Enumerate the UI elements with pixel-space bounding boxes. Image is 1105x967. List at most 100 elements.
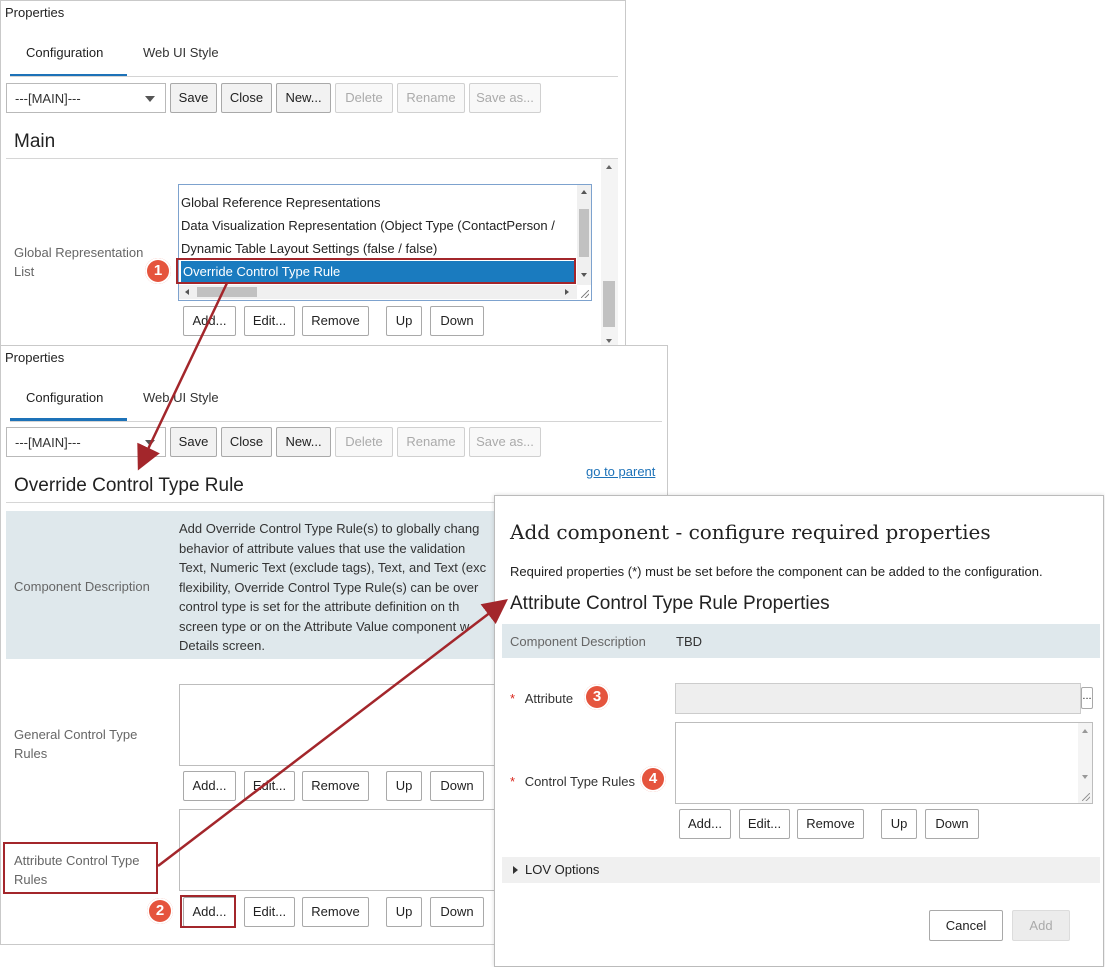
remove-button[interactable]: Remove <box>797 809 864 839</box>
panel-scrollbar[interactable] <box>601 159 618 349</box>
required-marker: * <box>510 774 516 789</box>
add-button[interactable]: Add... <box>183 771 236 801</box>
select-value: ---[MAIN]--- <box>15 91 81 106</box>
caret-right-icon <box>513 866 518 874</box>
heading-divider <box>6 158 618 159</box>
component-description-value: TBD <box>676 634 702 649</box>
scroll-up-icon <box>606 165 612 169</box>
cancel-button[interactable]: Cancel <box>929 910 1003 941</box>
highlight-add-button <box>180 895 236 928</box>
select-value: ---[MAIN]--- <box>15 435 81 450</box>
tab-divider <box>10 421 662 422</box>
scroll-up-icon <box>1082 729 1088 733</box>
resize-grip-icon[interactable] <box>1082 793 1090 801</box>
delete-button[interactable]: Delete <box>335 427 393 457</box>
edit-button[interactable]: Edit... <box>244 897 295 927</box>
component-description-label: Component Description <box>510 634 646 649</box>
up-button[interactable]: Up <box>386 771 422 801</box>
tab-web-ui-style[interactable]: Web UI Style <box>143 390 219 405</box>
chevron-down-icon <box>145 440 155 446</box>
attribute-browse-button[interactable]: ... <box>1081 687 1093 709</box>
callout-badge-2: 2 <box>147 898 173 924</box>
save-as-button[interactable]: Save as... <box>469 83 541 113</box>
attribute-label: * Attribute <box>510 689 573 708</box>
go-to-parent-link[interactable]: go to parent <box>586 464 655 479</box>
list-item[interactable]: Data Visualization Representation (Objec… <box>181 215 574 237</box>
properties-panel-main: Properties Configuration Web UI Style --… <box>0 0 626 350</box>
close-button[interactable]: Close <box>221 427 272 457</box>
new-button[interactable]: New... <box>276 427 331 457</box>
dialog-description-row: Component Description TBD <box>502 624 1100 658</box>
scroll-thumb[interactable] <box>579 209 589 257</box>
configuration-select[interactable]: ---[MAIN]--- <box>6 427 166 457</box>
attribute-input[interactable] <box>675 683 1081 714</box>
section-heading-override: Override Control Type Rule <box>14 475 244 496</box>
save-button[interactable]: Save <box>170 83 217 113</box>
component-description-label: Component Description <box>14 579 150 594</box>
new-button[interactable]: New... <box>276 83 331 113</box>
list-item[interactable]: Global Reference Representations <box>181 192 574 214</box>
scroll-thumb[interactable] <box>197 287 257 297</box>
tab-configuration[interactable]: Configuration <box>26 390 103 405</box>
highlight-attribute-control-type-rules <box>3 842 158 894</box>
remove-button[interactable]: Remove <box>302 306 369 336</box>
required-marker: * <box>510 691 516 706</box>
lov-options-section[interactable]: LOV Options <box>502 857 1100 883</box>
scroll-up-icon <box>581 190 587 194</box>
down-button[interactable]: Down <box>430 771 484 801</box>
dialog-section-heading: Attribute Control Type Rule Properties <box>510 593 830 614</box>
field-label-global-representation-list: Global Representation List <box>14 245 144 279</box>
tab-web-ui-style[interactable]: Web UI Style <box>143 45 219 60</box>
scroll-left-icon <box>185 289 189 295</box>
remove-button[interactable]: Remove <box>302 897 369 927</box>
scroll-right-icon <box>565 289 569 295</box>
list-vscrollbar[interactable] <box>1078 723 1092 803</box>
list-vscrollbar[interactable] <box>577 185 591 285</box>
scroll-down-icon <box>606 339 612 343</box>
panel-title: Properties <box>5 350 65 365</box>
up-button[interactable]: Up <box>386 306 422 336</box>
section-heading-main: Main <box>14 131 56 152</box>
dialog-note: Required properties (*) must be set befo… <box>510 564 1043 579</box>
down-button[interactable]: Down <box>430 897 484 927</box>
configuration-select[interactable]: ---[MAIN]--- <box>6 83 166 113</box>
edit-button[interactable]: Edit... <box>244 771 295 801</box>
rename-button[interactable]: Rename <box>397 427 465 457</box>
add-component-dialog: Add component - configure required prope… <box>494 495 1104 967</box>
lov-options-label: LOV Options <box>525 862 600 877</box>
list-item[interactable]: Dynamic Table Layout Settings (false / f… <box>181 238 574 260</box>
up-button[interactable]: Up <box>881 809 917 839</box>
edit-button[interactable]: Edit... <box>739 809 790 839</box>
scroll-thumb[interactable] <box>603 281 615 327</box>
resize-grip-icon[interactable] <box>581 290 589 298</box>
delete-button[interactable]: Delete <box>335 83 393 113</box>
add-button[interactable]: Add... <box>679 809 731 839</box>
callout-badge-1: 1 <box>145 258 171 284</box>
down-button[interactable]: Down <box>925 809 979 839</box>
add-confirm-button[interactable]: Add <box>1012 910 1070 941</box>
list-hscrollbar[interactable] <box>179 285 577 299</box>
control-type-rules-list[interactable] <box>675 722 1093 804</box>
up-button[interactable]: Up <box>386 897 422 927</box>
control-type-rules-label-text: Control Type Rules <box>524 774 636 789</box>
save-as-button[interactable]: Save as... <box>469 427 541 457</box>
control-type-rules-label: * Control Type Rules <box>510 772 635 791</box>
field-label-general-control-type-rules: General Control Type Rules <box>14 727 138 761</box>
scroll-down-icon <box>581 273 587 277</box>
scroll-down-icon <box>1082 775 1088 779</box>
save-button[interactable]: Save <box>170 427 217 457</box>
callout-badge-4: 4 <box>640 766 666 792</box>
edit-button[interactable]: Edit... <box>244 306 295 336</box>
remove-button[interactable]: Remove <box>302 771 369 801</box>
panel-title: Properties <box>5 5 65 20</box>
attribute-label-text: Attribute <box>524 691 574 706</box>
add-button[interactable]: Add... <box>183 306 236 336</box>
rename-button[interactable]: Rename <box>397 83 465 113</box>
highlight-selected-rule <box>176 258 576 284</box>
chevron-down-icon <box>145 96 155 102</box>
tab-configuration[interactable]: Configuration <box>26 45 103 60</box>
tab-divider <box>10 76 618 77</box>
close-button[interactable]: Close <box>221 83 272 113</box>
down-button[interactable]: Down <box>430 306 484 336</box>
dialog-title: Add component - configure required prope… <box>510 520 991 544</box>
